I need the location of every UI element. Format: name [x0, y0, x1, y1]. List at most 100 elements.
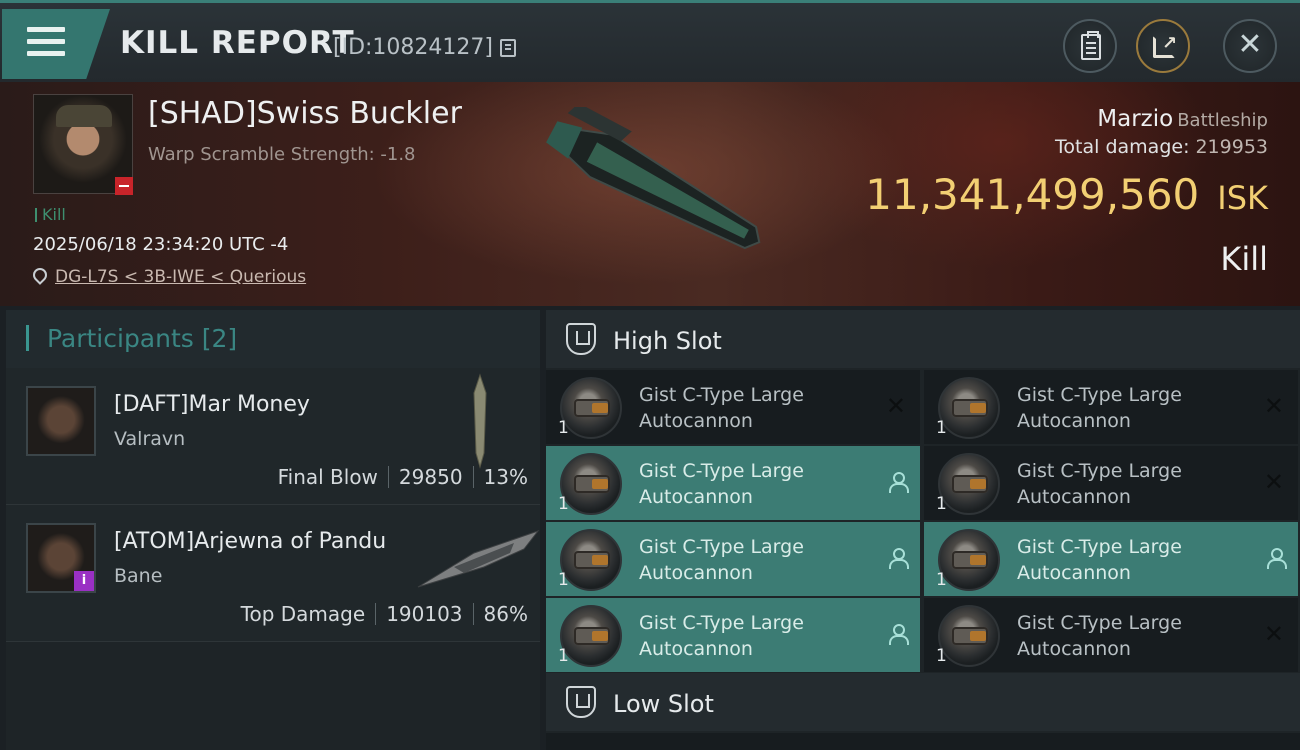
location-pin-icon: [30, 265, 50, 285]
destroyed-badge-icon: [115, 177, 133, 195]
participant-ship: Valravn: [114, 428, 186, 450]
victim-ship-image[interactable]: [520, 107, 780, 277]
total-damage-label: Total damage:: [1055, 136, 1190, 158]
participant-damage: 29850: [398, 465, 463, 489]
module-name: Gist C-Type Large Autocannon: [639, 460, 804, 508]
module-quantity: 1: [558, 570, 569, 590]
high-slot-header: High Slot: [546, 310, 1300, 368]
low-slot-header: Low Slot: [546, 673, 1300, 731]
participant-stats: Final Blow 29850 13%: [278, 465, 528, 489]
low-slot-title: Low Slot: [613, 690, 714, 718]
page-title: KILL REPORT: [120, 25, 355, 61]
isk-value: 11,341,499,560: [865, 170, 1200, 219]
close-icon: ✕: [1237, 27, 1263, 62]
title-bar: KILL REPORT [ID:10824127] ↗ ✕: [0, 0, 1300, 82]
location-link[interactable]: DG-L7S < 3B-IWE < Querious: [55, 267, 306, 287]
destroyed-x-icon: ✕: [1263, 620, 1284, 648]
module-name: Gist C-Type Large Autocannon: [1017, 460, 1182, 508]
menu-button[interactable]: [2, 9, 110, 79]
arrow-icon: ↗: [1162, 33, 1178, 54]
participants-count: [2]: [201, 324, 238, 353]
victim-name[interactable]: [SHAD]Swiss Buckler: [148, 96, 462, 131]
autocannon-icon: [560, 529, 622, 591]
victim-ship-info: Marzio Battleship Total damage: 219953: [1055, 106, 1268, 158]
module-quantity: 1: [558, 646, 569, 666]
autocannon-icon: [938, 453, 1000, 515]
module-quantity: 1: [936, 418, 947, 438]
info-badge-icon: i: [74, 571, 94, 591]
result-label: Kill: [1220, 240, 1268, 278]
participant-ship-image[interactable]: [468, 373, 492, 469]
module-quantity: 1: [936, 646, 947, 666]
participant-ship-image[interactable]: [414, 523, 544, 593]
copy-icon[interactable]: [500, 39, 516, 57]
low-slot-grid: [546, 733, 1300, 750]
module-item[interactable]: 1 Gist C-Type Large Autocannon ✕: [924, 370, 1298, 444]
module-name: Gist C-Type Large Autocannon: [639, 384, 804, 432]
high-slot-grid: 1 Gist C-Type Large Autocannon ✕ 1 Gist C-Ty…: [546, 368, 1300, 672]
isk-value-line: 11,341,499,560 ISK: [865, 170, 1268, 219]
module-name: Gist C-Type Large Autocannon: [1017, 384, 1182, 432]
module-item[interactable]: 1 Gist C-Type Large Autocannon: [546, 446, 920, 520]
clipboard-button[interactable]: [1063, 19, 1117, 73]
share-button[interactable]: ↗: [1136, 19, 1190, 73]
victim-subtitle: Warp Scramble Strength: -1.8: [148, 144, 416, 165]
hamburger-icon: [27, 27, 65, 57]
destroyed-x-icon: ✕: [1263, 392, 1284, 420]
participant-row[interactable]: [DAFT]Mar Money Valravn Final Blow 29850 1…: [6, 368, 540, 505]
victim-ship-name[interactable]: Marzio: [1097, 106, 1173, 132]
participants-panel: Participants [2] [DAFT]Mar Money Valravn…: [6, 310, 540, 750]
module-item[interactable]: 1 Gist C-Type Large Autocannon ✕: [924, 598, 1298, 672]
clipboard-icon: [1081, 31, 1101, 60]
participant-role: Top Damage: [240, 602, 366, 626]
victim-ship-class: Battleship: [1177, 110, 1268, 131]
module-quantity: 1: [936, 570, 947, 590]
high-slot-title: High Slot: [613, 327, 722, 355]
autocannon-icon: [560, 453, 622, 515]
kill-tag: Kill: [35, 205, 66, 224]
autocannon-icon: [560, 605, 622, 667]
autocannon-icon: [938, 605, 1000, 667]
participants-label: Participants: [46, 324, 194, 353]
autocannon-icon: [938, 377, 1000, 439]
dropped-person-icon: [888, 472, 909, 493]
module-name: Gist C-Type Large Autocannon: [639, 612, 804, 660]
dropped-person-icon: [1266, 548, 1287, 569]
module-name: Gist C-Type Large Autocannon: [639, 536, 804, 584]
participant-name[interactable]: [DAFT]Mar Money: [114, 392, 310, 417]
fitting-panel: High Slot 1 Gist C-Type Large Autocannon ✕…: [546, 310, 1300, 750]
close-button[interactable]: ✕: [1223, 19, 1277, 73]
autocannon-icon: [938, 529, 1000, 591]
module-quantity: 1: [558, 418, 569, 438]
participant-ship: Bane: [114, 565, 163, 587]
module-item[interactable]: 1 Gist C-Type Large Autocannon ✕: [924, 446, 1298, 520]
kill-timestamp: 2025/06/18 23:34:20 UTC -4: [33, 234, 289, 255]
victim-panel: Kill [SHAD]Swiss Buckler Warp Scramble S…: [0, 82, 1300, 306]
module-item[interactable]: 1 Gist C-Type Large Autocannon: [546, 522, 920, 596]
high-slot-icon: [566, 323, 596, 355]
participant-percent: 86%: [483, 602, 528, 626]
module-item[interactable]: 1 Gist C-Type Large Autocannon ✕: [546, 370, 920, 444]
module-item[interactable]: 1 Gist C-Type Large Autocannon: [924, 522, 1298, 596]
participant-row[interactable]: i [ATOM]Arjewna of Pandu Bane Top Damage…: [6, 505, 540, 642]
participant-role: Final Blow: [277, 465, 378, 489]
total-damage-value: 219953: [1195, 136, 1268, 158]
module-name: Gist C-Type Large Autocannon: [1017, 612, 1182, 660]
participant-name[interactable]: [ATOM]Arjewna of Pandu: [114, 529, 386, 554]
participants-header: Participants [2]: [6, 310, 540, 368]
participant-percent: 13%: [483, 465, 528, 489]
module-quantity: 1: [558, 494, 569, 514]
participant-stats: Top Damage 190103 86%: [241, 602, 528, 626]
participant-damage: 190103: [386, 602, 463, 626]
module-item[interactable]: 1 Gist C-Type Large Autocannon: [546, 598, 920, 672]
isk-unit: ISK: [1217, 179, 1268, 217]
destroyed-x-icon: ✕: [1263, 468, 1284, 496]
dropped-person-icon: [888, 624, 909, 645]
module-quantity: 1: [936, 494, 947, 514]
avatar[interactable]: [26, 386, 96, 456]
low-slot-icon: [566, 686, 596, 718]
dropped-person-icon: [888, 548, 909, 569]
destroyed-x-icon: ✕: [885, 392, 906, 420]
autocannon-icon: [560, 377, 622, 439]
module-name: Gist C-Type Large Autocannon: [1017, 536, 1182, 584]
